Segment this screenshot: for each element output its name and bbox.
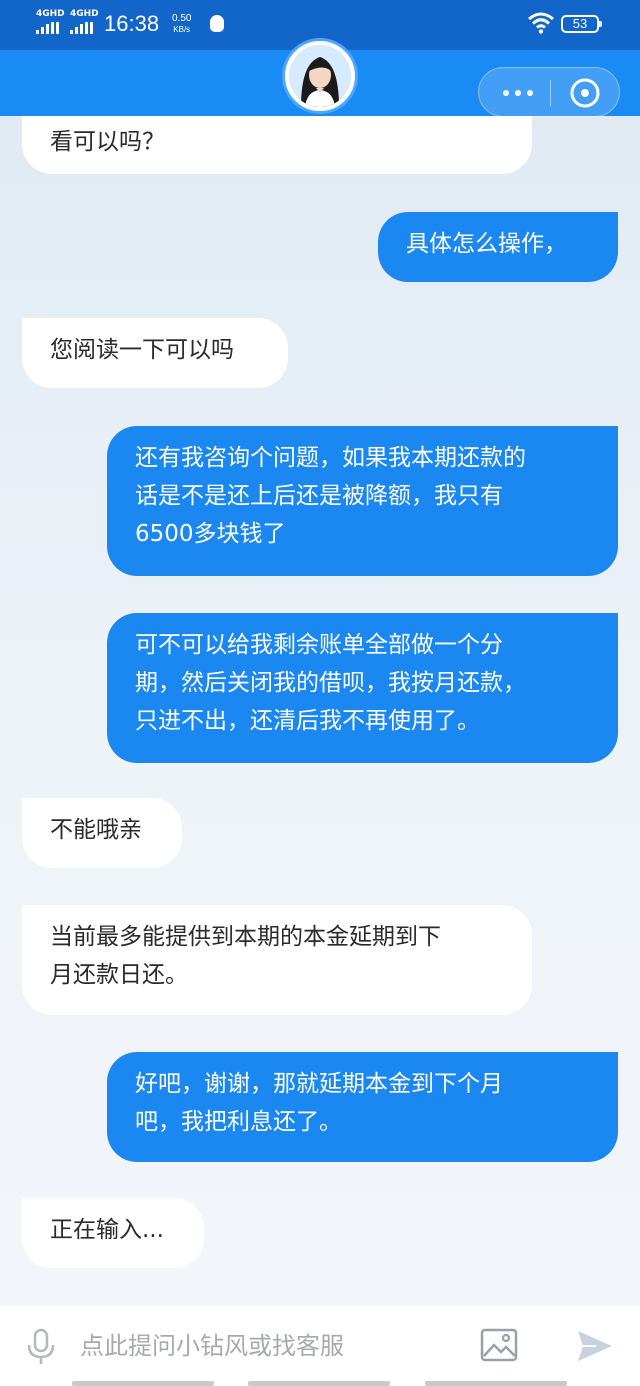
close-target-icon[interactable] [569, 77, 601, 109]
message-bubble-incoming: 您阅读一下可以吗 [22, 318, 288, 388]
message-bubble-incoming: 不能哦亲 [22, 798, 182, 868]
network-speed: 0.50 KB/s [172, 14, 191, 35]
message-bubble-incoming: 当前最多能提供到本期的本金延期到下 月还款日还。 [22, 905, 532, 1015]
message-bubble-outgoing: 具体怎么操作， [378, 212, 618, 282]
more-dots-icon[interactable] [491, 68, 549, 116]
agent-avatar[interactable] [285, 41, 355, 111]
chat-message-list[interactable]: 看可以吗？ 具体怎么操作， 您阅读一下可以吗 还有我咨询个问题，如果我本期还款的… [0, 116, 640, 1306]
input-bar: 点此提问小钻风或找客服 [0, 1306, 640, 1386]
capsule-divider [550, 80, 551, 106]
sim2-signal-icon [70, 22, 96, 34]
nav-indicator [72, 1381, 214, 1386]
status-time: 16:38 [104, 11, 160, 36]
message-bubble-incoming: 看可以吗？ [22, 116, 532, 174]
network-speed-value: 0.50 [172, 13, 192, 24]
microphone-icon[interactable] [26, 1328, 56, 1366]
message-bubble-outgoing: 还有我咨询个问题，如果我本期还款的 话是不是还上后还是被降额，我只有 6500多… [107, 426, 618, 576]
wifi-icon [528, 12, 554, 34]
typing-indicator-bubble: 正在输入... [22, 1198, 204, 1268]
network-speed-unit: KB/s [173, 25, 191, 34]
question-input[interactable]: 点此提问小钻风或找客服 [80, 1329, 344, 1363]
sim1-network-label: 4GHD [36, 9, 65, 19]
sim2-network-label: 4GHD [70, 9, 99, 19]
image-icon[interactable] [480, 1328, 518, 1362]
battery-icon: 53 [561, 15, 602, 33]
message-bubble-outgoing: 好吧，谢谢，那就延期本金到下个月 吧，我把利息还了。 [107, 1052, 618, 1162]
send-icon[interactable] [576, 1328, 614, 1364]
message-bubble-outgoing: 可不可以给我剩余账单全部做一个分 期，然后关闭我的借呗，我按月还款， 只进不出，… [107, 613, 618, 763]
avatar-portrait-icon [289, 45, 351, 107]
sim1-signal-icon [36, 22, 62, 34]
nav-indicator [425, 1381, 567, 1386]
qq-notification-icon [210, 15, 224, 32]
nav-indicator [248, 1381, 390, 1386]
mini-program-capsule [478, 67, 620, 117]
